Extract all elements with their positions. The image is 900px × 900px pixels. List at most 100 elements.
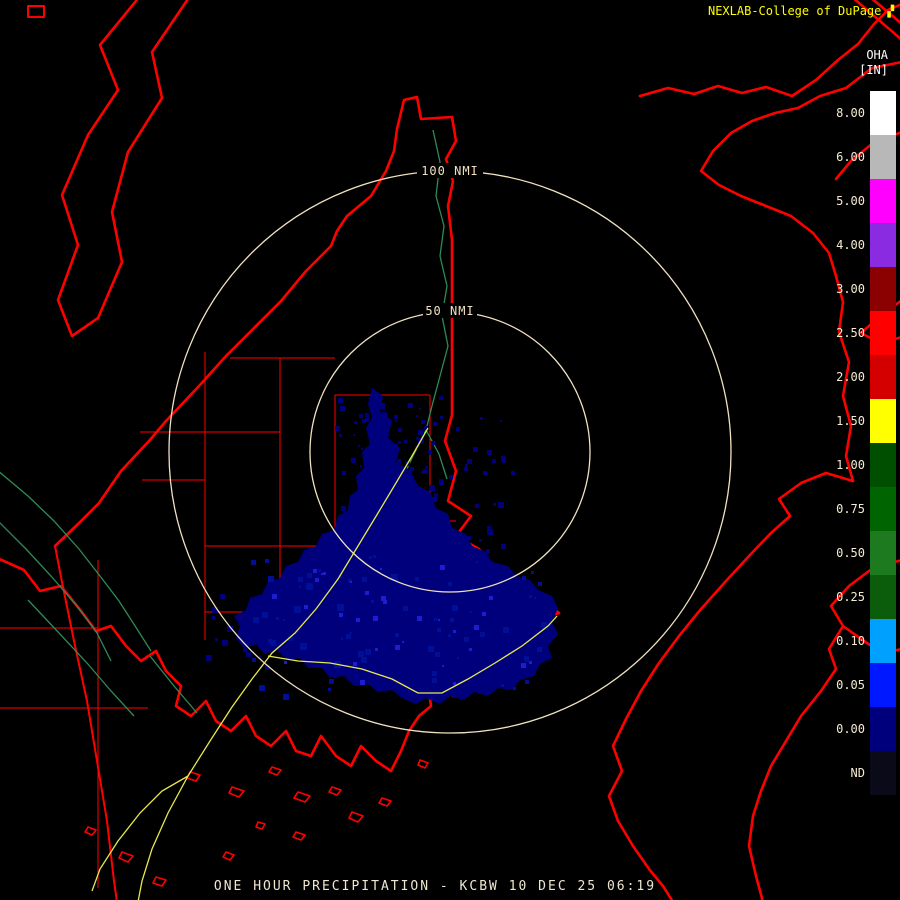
precip-pixel	[380, 568, 382, 570]
precip-pixel	[456, 427, 460, 431]
precip-pixel	[487, 529, 493, 535]
precip-pixel	[296, 608, 300, 612]
colorbar-row: 2.50	[819, 311, 896, 355]
precip-pixel	[341, 506, 346, 511]
precip-pixel	[373, 555, 376, 558]
precip-pixel	[323, 572, 326, 575]
precip-pixel	[271, 626, 274, 629]
precip-pixel	[385, 488, 390, 493]
colorbar-label: 2.00	[819, 370, 870, 384]
precip-pixel	[300, 643, 307, 650]
precip-pixel	[313, 569, 317, 573]
precip-pixel	[395, 645, 400, 650]
precip-pixel	[475, 504, 479, 508]
colorbar-swatch	[870, 619, 896, 663]
precip-pixel	[373, 616, 378, 621]
precip-pixel	[391, 499, 396, 504]
colorbar-row: 5.00	[819, 179, 896, 223]
precip-pixel	[361, 657, 367, 663]
precip-pixel	[502, 459, 506, 463]
st-lawrence-river-outline	[58, 0, 190, 336]
precip-pixel	[449, 475, 453, 479]
precip-pixel	[328, 688, 331, 691]
precip-pixel	[402, 641, 404, 643]
colorbar-row: 3.00	[819, 267, 896, 311]
precip-pixel	[434, 618, 437, 621]
precip-pixel	[492, 459, 496, 463]
precip-pixel	[361, 480, 363, 482]
precip-pixel	[360, 465, 362, 467]
precip-pixel	[439, 480, 444, 485]
precip-pixel	[464, 467, 468, 471]
precip-pixel	[465, 464, 468, 467]
colorbar-row: 0.10	[819, 619, 896, 663]
precip-pixel	[473, 447, 478, 452]
precip-pixel	[452, 605, 458, 611]
precip-pixel	[338, 398, 343, 403]
colorbar-swatch	[870, 355, 896, 399]
precip-pixel	[538, 582, 542, 586]
precip-pixel	[529, 595, 532, 598]
precip-pixel	[306, 583, 313, 590]
precip-pixel	[206, 655, 212, 661]
precip-pixel	[337, 604, 344, 611]
precip-pixel	[442, 665, 444, 667]
precip-pixel	[415, 577, 419, 581]
precip-pixel	[365, 413, 369, 417]
precip-pixel	[272, 594, 277, 599]
colorbar-swatch	[870, 179, 896, 223]
precip-pixel	[275, 636, 278, 639]
state-boundary-lines	[0, 0, 900, 900]
precip-pixel	[435, 652, 440, 657]
precip-pixel	[369, 556, 372, 559]
precip-pixel	[259, 685, 265, 691]
precip-pixel	[480, 632, 485, 637]
colorbar-row: 0.25	[819, 575, 896, 619]
precip-pixel	[252, 640, 256, 644]
precip-pixel	[361, 448, 363, 450]
precip-pixel	[350, 632, 352, 634]
precip-pixel	[433, 422, 437, 426]
precip-pixel	[318, 569, 321, 572]
precip-pixel	[513, 687, 516, 690]
colorbar-swatch	[870, 487, 896, 531]
precip-pixel	[450, 618, 454, 622]
nova-scotia-fundy-shore	[609, 473, 853, 900]
precip-pixel	[427, 512, 429, 514]
precip-pixel	[438, 619, 440, 621]
colorbar-row: 1.50	[819, 399, 896, 443]
colorbar-row: 2.00	[819, 355, 896, 399]
precip-pixel	[421, 471, 424, 474]
precip-pixel	[358, 445, 360, 447]
precip-pixel	[428, 646, 434, 652]
precip-pixel	[534, 597, 536, 599]
precip-pixel	[339, 434, 342, 437]
colorbar-swatch	[870, 135, 896, 179]
precip-pixel	[413, 509, 418, 514]
precip-pixel	[388, 422, 391, 425]
precip-pixel	[350, 581, 352, 583]
precip-pixel	[351, 458, 356, 463]
precip-pixel	[417, 616, 422, 621]
precip-pixel	[253, 617, 259, 623]
precip-pixel	[360, 680, 365, 685]
precip-pixel	[382, 412, 387, 417]
colorbar-label: 0.10	[819, 634, 870, 648]
islet-fragment	[28, 6, 44, 17]
colorbar-label: 0.00	[819, 722, 870, 736]
precip-pixel	[363, 493, 366, 496]
precip-pixel	[262, 612, 268, 618]
precip-pixel	[476, 561, 478, 563]
colorbar-label: 1.50	[819, 414, 870, 428]
precip-pixel	[358, 651, 364, 657]
precip-pixel	[489, 596, 493, 600]
precip-pixel	[448, 582, 452, 586]
colorbar-swatch	[870, 267, 896, 311]
precip-pixel	[425, 466, 428, 469]
brand: NEXLAB-College of DuPage ▞	[708, 4, 894, 18]
colorbar-swatch	[870, 575, 896, 619]
precip-pixel	[486, 549, 490, 553]
precip-pixel	[371, 600, 374, 603]
precip-pixel	[470, 611, 472, 613]
precip-pixel	[307, 573, 312, 578]
